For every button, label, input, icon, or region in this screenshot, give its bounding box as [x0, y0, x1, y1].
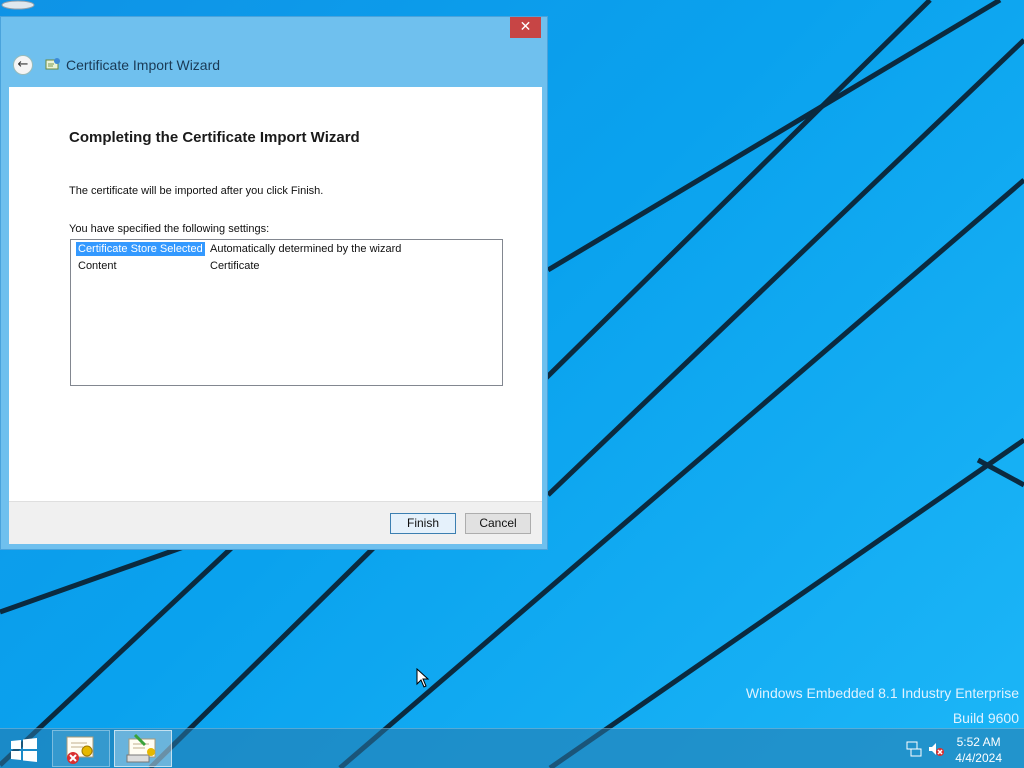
certificate-error-icon — [66, 736, 94, 764]
cancel-button[interactable]: Cancel — [465, 513, 531, 534]
settings-list[interactable]: Certificate Store Selected Automatically… — [70, 239, 503, 386]
network-icon[interactable] — [906, 741, 922, 757]
back-button[interactable]: ← — [13, 55, 33, 75]
close-button[interactable]: ✕ — [510, 17, 541, 38]
window-title: Certificate Import Wizard — [66, 57, 221, 73]
volume-muted-icon[interactable] — [928, 741, 944, 757]
mouse-cursor-icon — [416, 668, 430, 688]
recycle-bin-icon[interactable] — [0, 0, 36, 10]
taskbar-item-certificate-error[interactable] — [52, 730, 110, 767]
settings-label: You have specified the following setting… — [69, 223, 270, 235]
wizard-heading: Completing the Certificate Import Wizard — [69, 129, 360, 146]
certificate-wizard-icon — [45, 58, 60, 70]
wizard-info-text: The certificate will be imported after y… — [69, 185, 324, 197]
taskbar-item-certificate-import-wizard[interactable] — [114, 730, 172, 767]
settings-key: Content — [78, 260, 117, 272]
os-watermark-edition: Windows Embedded 8.1 Industry Enterprise — [745, 685, 1019, 701]
wizard-content: Completing the Certificate Import Wizard… — [9, 87, 542, 501]
start-button-windows-icon[interactable] — [10, 738, 38, 762]
os-watermark-build: Build 9600 — [952, 710, 1019, 726]
finish-button[interactable]: Finish — [390, 513, 456, 534]
settings-key: Certificate Store Selected — [76, 242, 205, 256]
certificate-import-wizard-icon — [126, 733, 156, 763]
settings-value: Certificate — [210, 260, 260, 272]
taskbar: 5:52 AM 4/4/2024 — [0, 728, 1024, 768]
clock-time: 5:52 AM — [956, 735, 1001, 749]
system-clock[interactable]: 5:52 AM 4/4/2024 — [955, 734, 1002, 766]
wizard-footer: Finish Cancel — [9, 501, 542, 544]
clock-date: 4/4/2024 — [955, 751, 1002, 765]
settings-value: Automatically determined by the wizard — [210, 243, 402, 255]
certificate-import-wizard-window: ✕ ← Certificate Import Wizard Completing… — [0, 16, 548, 550]
